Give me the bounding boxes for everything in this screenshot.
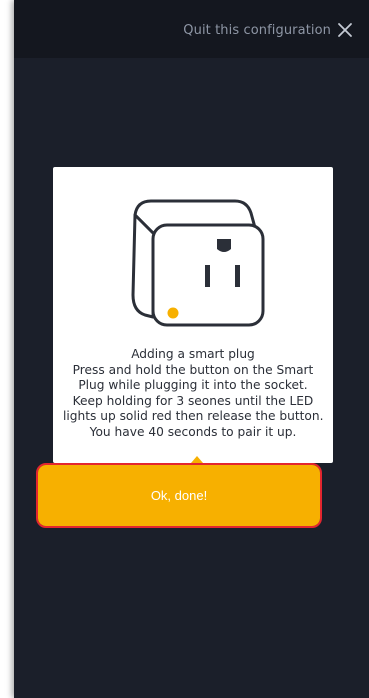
quit-configuration-button[interactable]: Quit this configuration [183,22,353,38]
instruction-line: You have 40 seconds to pair it up. [89,424,297,439]
app-screen: Quit this configuration Adding a smart p… [14,0,369,698]
top-bar: Quit this configuration [14,0,369,58]
instruction-title: Adding a smart plug [131,347,255,361]
smart-plug-icon [131,199,265,327]
add-smart-plug-dialog: Adding a smart plug Press and hold the b… [53,167,333,463]
instruction-line: Keep holding for 3 seones until the LED [72,393,314,408]
instructions-text: Adding a smart plug Press and hold the b… [63,347,323,441]
button-pointer [191,456,203,463]
quit-configuration-label: Quit this configuration [183,22,331,38]
instruction-line: Press and hold the button on the Smart [72,362,314,377]
close-icon[interactable] [337,22,353,38]
led-indicator [167,307,179,319]
instruction-line: lights up solid red then release the but… [63,409,324,424]
instruction-line: Plug while plugging it into the socket. [78,378,308,393]
ok-done-button[interactable]: Ok, done! [38,465,320,526]
ok-button-highlight: Ok, done! [36,463,322,528]
